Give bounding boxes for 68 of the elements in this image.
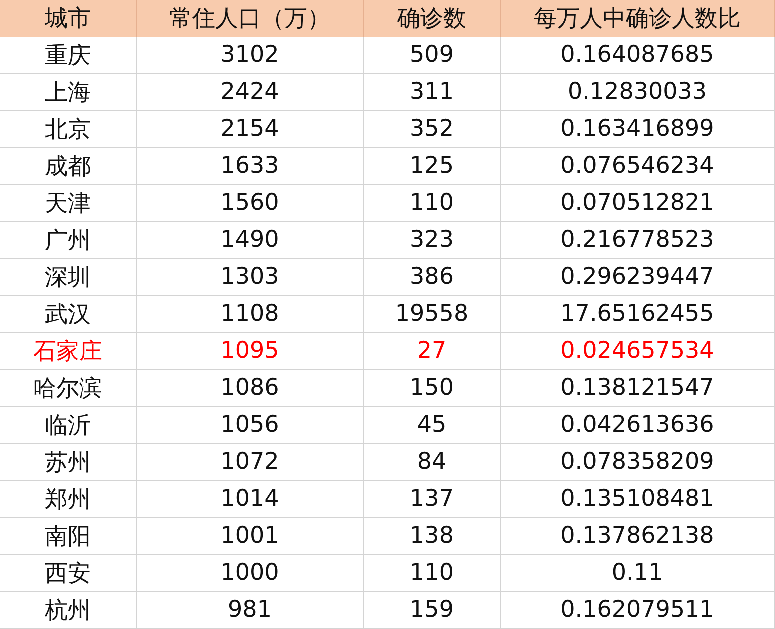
- table-cell: 0.138121547: [501, 370, 775, 407]
- table-cell: 0.216778523: [501, 222, 775, 259]
- column-header: 每万人中确诊人数比: [501, 0, 775, 37]
- table-cell: 137: [364, 481, 501, 518]
- table-cell: 1001: [137, 518, 364, 555]
- table-cell: 临沂: [0, 407, 137, 444]
- table-cell: 125: [364, 148, 501, 185]
- table-cell: 509: [364, 37, 501, 74]
- table-cell: 1000: [137, 555, 364, 592]
- table-cell: 19558: [364, 296, 501, 333]
- table-cell: 郑州: [0, 481, 137, 518]
- table-cell: 2154: [137, 111, 364, 148]
- table-cell: 深圳: [0, 259, 137, 296]
- table-cell: 0.296239447: [501, 259, 775, 296]
- table-cell: 天津: [0, 185, 137, 222]
- table-cell: 110: [364, 185, 501, 222]
- table-cell: 1086: [137, 370, 364, 407]
- table-cell: 981: [137, 592, 364, 629]
- table-cell: 0.162079511: [501, 592, 775, 629]
- table-cell: 西安: [0, 555, 137, 592]
- table-cell: 27: [364, 333, 501, 370]
- table-cell: 1072: [137, 444, 364, 481]
- column-header: 确诊数: [364, 0, 501, 37]
- table-cell: 1014: [137, 481, 364, 518]
- table-cell: 0.024657534: [501, 333, 775, 370]
- table-cell: 苏州: [0, 444, 137, 481]
- table-cell: 武汉: [0, 296, 137, 333]
- table-cell: 南阳: [0, 518, 137, 555]
- table-cell: 广州: [0, 222, 137, 259]
- table-cell: 1303: [137, 259, 364, 296]
- table-cell: 110: [364, 555, 501, 592]
- table-cell: 0.12830033: [501, 74, 775, 111]
- table-cell: 0.11: [501, 555, 775, 592]
- table-cell: 1108: [137, 296, 364, 333]
- table-cell: 0.076546234: [501, 148, 775, 185]
- table-cell: 1056: [137, 407, 364, 444]
- table-cell: 1560: [137, 185, 364, 222]
- table-cell: 石家庄: [0, 333, 137, 370]
- table-cell: 北京: [0, 111, 137, 148]
- table-cell: 323: [364, 222, 501, 259]
- table-cell: 3102: [137, 37, 364, 74]
- table-cell: 386: [364, 259, 501, 296]
- table-cell: 1490: [137, 222, 364, 259]
- table-cell: 成都: [0, 148, 137, 185]
- table-cell: 0.137862138: [501, 518, 775, 555]
- table-cell: 0.163416899: [501, 111, 775, 148]
- table-cell: 0.042613636: [501, 407, 775, 444]
- table-cell: 0.078358209: [501, 444, 775, 481]
- table-cell: 0.135108481: [501, 481, 775, 518]
- table-cell: 杭州: [0, 592, 137, 629]
- table-cell: 150: [364, 370, 501, 407]
- table-cell: 352: [364, 111, 501, 148]
- table-cell: 45: [364, 407, 501, 444]
- table-cell: 138: [364, 518, 501, 555]
- table-cell: 0.070512821: [501, 185, 775, 222]
- table-cell: 159: [364, 592, 501, 629]
- table-cell: 重庆: [0, 37, 137, 74]
- table-cell: 17.65162455: [501, 296, 775, 333]
- table-cell: 311: [364, 74, 501, 111]
- table-cell: 0.164087685: [501, 37, 775, 74]
- table-cell: 2424: [137, 74, 364, 111]
- column-header: 城市: [0, 0, 137, 37]
- table-cell: 上海: [0, 74, 137, 111]
- table-cell: 84: [364, 444, 501, 481]
- column-header: 常住人口（万）: [137, 0, 364, 37]
- table-cell: 1633: [137, 148, 364, 185]
- table-cell: 哈尔滨: [0, 370, 137, 407]
- table-cell: 1095: [137, 333, 364, 370]
